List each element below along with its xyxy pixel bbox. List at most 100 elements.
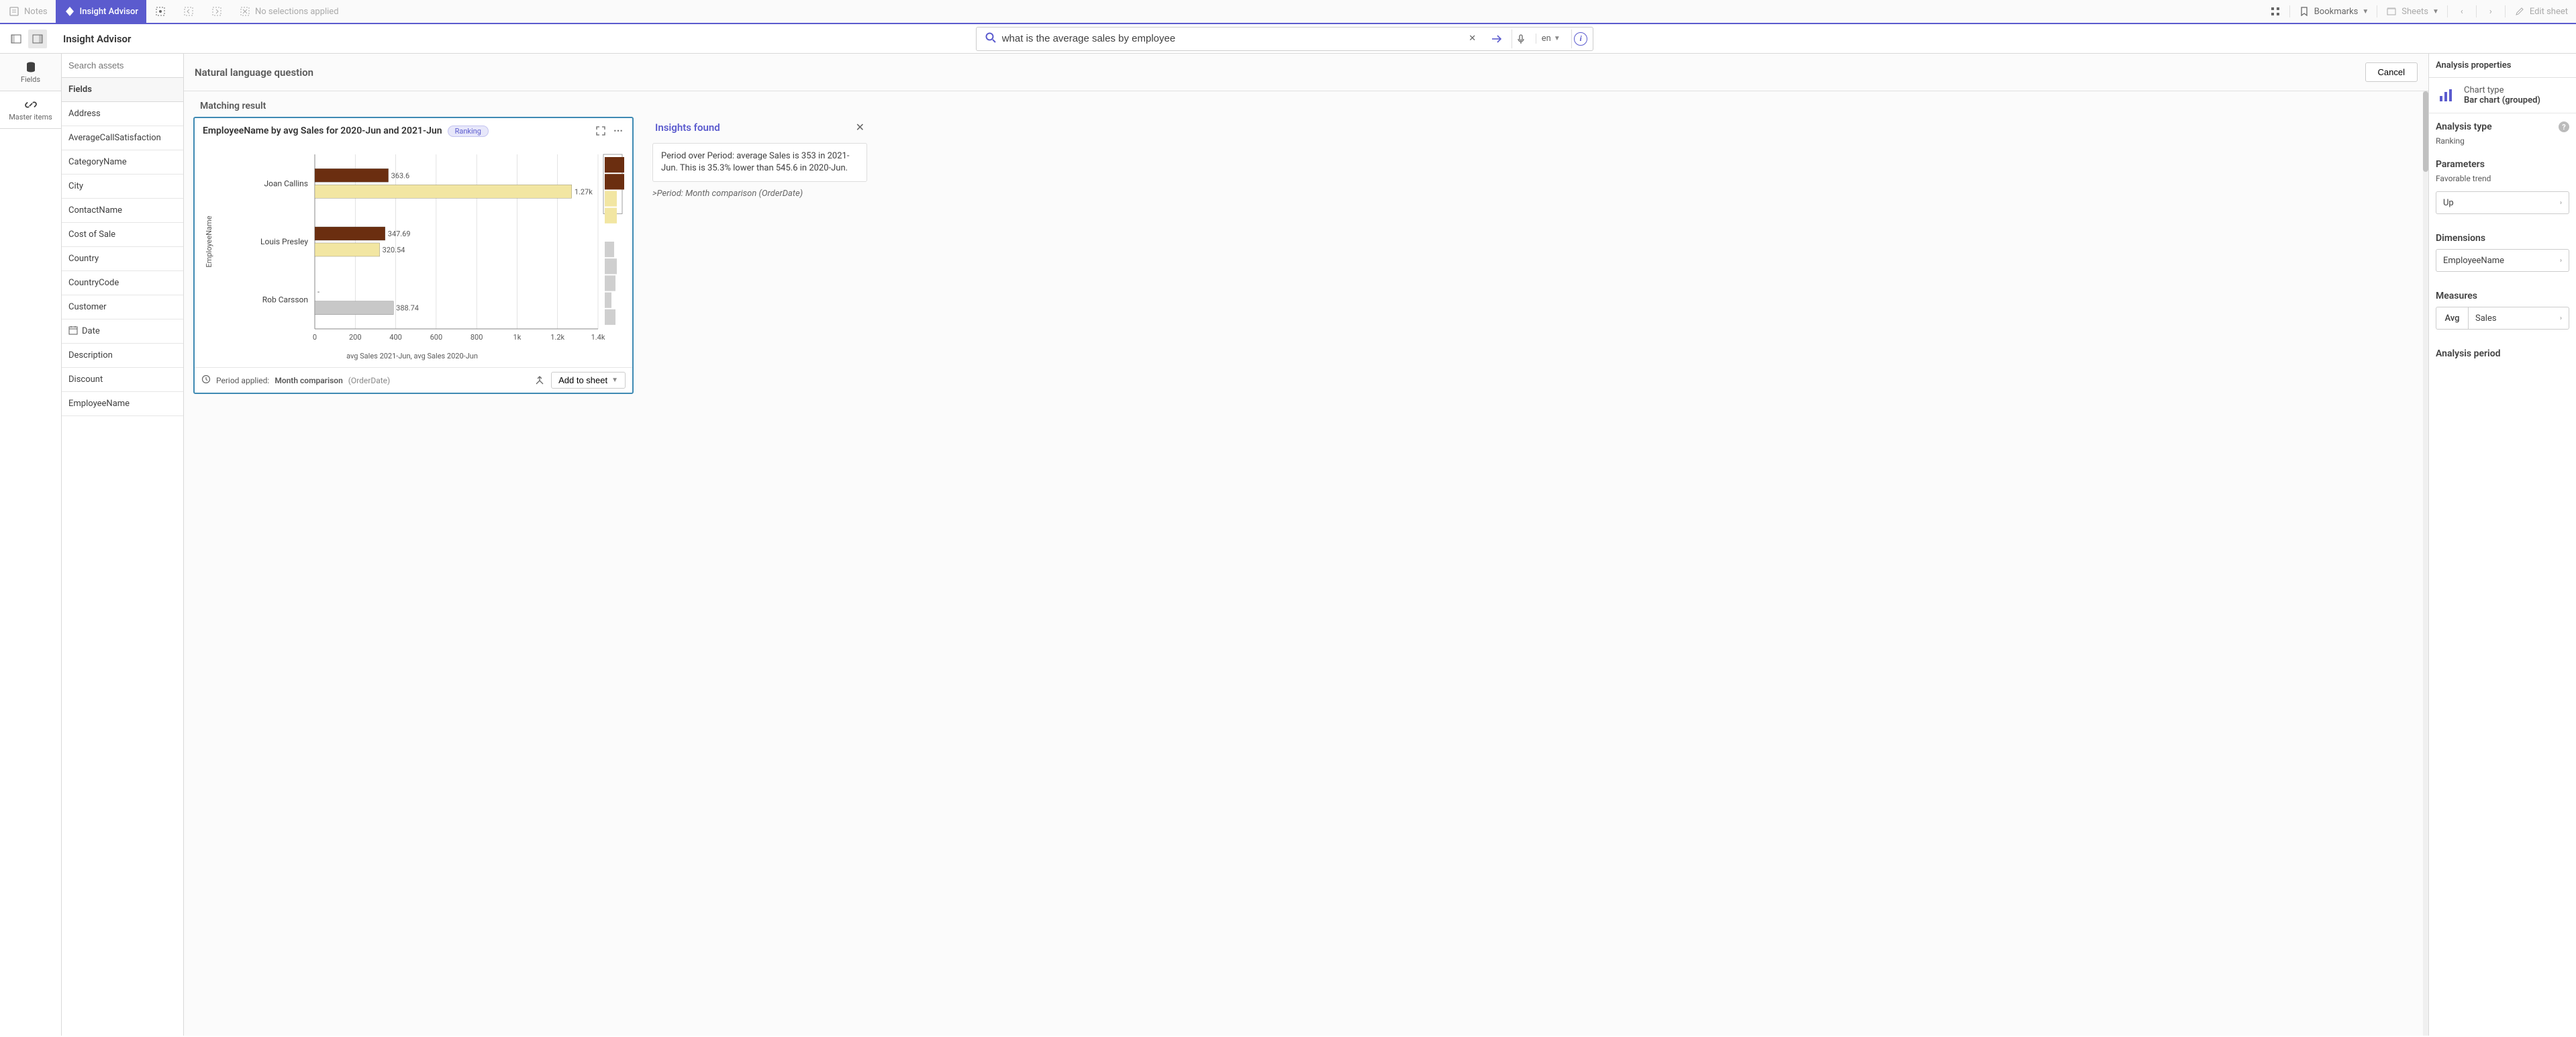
asset-item-label: City [68, 181, 83, 191]
assets-header: Fields [62, 78, 183, 102]
measure-select[interactable]: Avg Sales › [2436, 307, 2569, 330]
chart-body[interactable]: 02004006008001k1.2k1.4kEmployeeNameJoan … [195, 144, 632, 367]
next-sheet-button[interactable]: › [2476, 5, 2505, 17]
chart-card-header: EmployeeName by avg Sales for 2020-Jun a… [195, 118, 632, 144]
insights-close-button[interactable]: ✕ [856, 121, 864, 134]
pencil-icon [2514, 5, 2526, 17]
assets-panel: Fields Address AverageCallSatisfaction Cat… [62, 54, 184, 1036]
svg-text:1.27k: 1.27k [575, 187, 593, 196]
svg-text:0: 0 [313, 333, 317, 342]
asset-item-label: EmployeeName [68, 399, 130, 409]
rail-fields[interactable]: Fields [0, 54, 61, 91]
nlq-searchbox[interactable]: ✕ en ▼ i [976, 27, 1593, 51]
chevron-right-icon: › [2560, 257, 2562, 264]
clock-icon [201, 375, 211, 386]
clear-selections-button[interactable]: No selections applied [231, 0, 347, 23]
edit-sheet-button[interactable]: Edit sheet [2505, 5, 2576, 17]
calendar-icon [68, 326, 78, 338]
rail-master-items[interactable]: Master items [0, 91, 61, 129]
asset-item[interactable]: EmployeeName [62, 392, 183, 416]
asset-item[interactable]: Discount [62, 368, 183, 392]
global-search-button[interactable] [2261, 5, 2289, 17]
step-back-button[interactable] [175, 0, 203, 23]
asset-item[interactable]: Cost of Sale [62, 223, 183, 247]
asset-item[interactable]: City [62, 175, 183, 199]
asset-item[interactable]: Address [62, 102, 183, 126]
asset-item-label: Date [82, 326, 100, 336]
center-panel: Natural language question Cancel Matchin… [184, 54, 2428, 1036]
microphone-button[interactable] [1512, 30, 1530, 48]
chart-type-label: Chart type [2464, 85, 2540, 95]
asset-item-label: Address [68, 109, 101, 119]
info-button[interactable]: i [1571, 30, 1590, 48]
bookmarks-button[interactable]: Bookmarks ▼ [2289, 5, 2377, 17]
bar-chart[interactable]: 02004006008001k1.2k1.4kEmployeeNameJoan … [200, 149, 624, 350]
dimensions-title: Dimensions [2436, 233, 2485, 244]
sheets-label: Sheets [2401, 7, 2428, 17]
assets-search-input[interactable] [62, 54, 183, 78]
notes-label: Notes [24, 7, 48, 17]
expand-button[interactable] [595, 125, 607, 137]
apps-grid-icon [2269, 5, 2281, 17]
sheets-button[interactable]: Sheets ▼ [2377, 5, 2447, 17]
info-icon: i [1574, 32, 1587, 46]
svg-text:388.74: 388.74 [396, 304, 419, 313]
cancel-button[interactable]: Cancel [2365, 62, 2418, 82]
asset-item-label: Country [68, 254, 99, 264]
prev-sheet-button[interactable]: ‹ [2447, 5, 2476, 17]
submit-arrow-button[interactable] [1487, 30, 1506, 48]
smart-select-button[interactable] [146, 0, 175, 23]
more-options-button[interactable]: ⋯ [612, 125, 624, 137]
analysis-type-title: Analysis type [2436, 121, 2492, 132]
rail-fields-label: Fields [21, 75, 40, 84]
nlq-input[interactable] [1002, 33, 1458, 44]
chevron-down-icon: ▼ [611, 377, 618, 384]
show-panel-right-button[interactable] [28, 30, 47, 48]
asset-item[interactable]: CategoryName [62, 150, 183, 175]
language-select[interactable]: en ▼ [1536, 34, 1566, 44]
measure-agg[interactable]: Avg [2436, 307, 2469, 329]
page-title: Insight Advisor [54, 33, 140, 45]
add-to-sheet-button[interactable]: Add to sheet ▼ [551, 372, 626, 389]
chart-type-value: Bar chart (grouped) [2464, 95, 2540, 105]
step-back-icon [183, 5, 195, 17]
chevron-down-icon: ▼ [2432, 8, 2439, 15]
svg-text:1.4k: 1.4k [591, 333, 605, 342]
bookmarks-label: Bookmarks [2314, 7, 2359, 17]
exploration-icon-button[interactable] [534, 375, 546, 387]
asset-item[interactable]: Date [62, 319, 183, 344]
period-applied-name[interactable]: Month comparison [275, 376, 342, 385]
svg-text:EmployeeName: EmployeeName [205, 215, 213, 267]
assets-list[interactable]: Address AverageCallSatisfaction CategoryNa… [62, 102, 183, 1036]
asset-item[interactable]: Customer [62, 295, 183, 319]
matching-result-label: Matching result [184, 91, 2428, 117]
parameters-title: Parameters [2436, 159, 2485, 170]
insight-advisor-tab[interactable]: Insight Advisor [56, 0, 146, 23]
show-panel-left-button[interactable] [7, 30, 26, 48]
asset-item[interactable]: AverageCallSatisfaction [62, 126, 183, 150]
clear-search-button[interactable]: ✕ [1463, 30, 1482, 48]
database-icon [24, 60, 38, 74]
asset-item[interactable]: ContactName [62, 199, 183, 223]
asset-item-label: Discount [68, 375, 103, 385]
asset-item[interactable]: Description [62, 344, 183, 368]
insights-card: Insights found ✕ Period over Period: ave… [652, 117, 867, 394]
notes-button[interactable]: Notes [0, 0, 56, 23]
help-icon[interactable]: ? [2559, 121, 2569, 132]
dimension-select[interactable]: EmployeeName › [2436, 249, 2569, 272]
left-rail: Fields Master items [0, 54, 62, 1036]
asset-item-label: AverageCallSatisfaction [68, 133, 161, 143]
fav-trend-select[interactable]: Up › [2436, 191, 2569, 214]
svg-text:400: 400 [389, 333, 402, 342]
top-toolbar: Notes Insight Advisor No selections appl… [0, 0, 2576, 24]
asset-item[interactable]: Country [62, 247, 183, 271]
asset-item-label: ContactName [68, 205, 122, 215]
asset-item-label: CountryCode [68, 278, 119, 288]
step-forward-button[interactable] [203, 0, 231, 23]
insight-advisor-label: Insight Advisor [80, 7, 138, 17]
nlq-title: Natural language question [195, 66, 313, 79]
insights-subline: >Period: Month comparison (OrderDate) [652, 189, 867, 199]
center-scrollbar-thumb[interactable] [2423, 91, 2428, 172]
center-scrollbar[interactable] [2423, 91, 2428, 1036]
asset-item[interactable]: CountryCode [62, 271, 183, 295]
